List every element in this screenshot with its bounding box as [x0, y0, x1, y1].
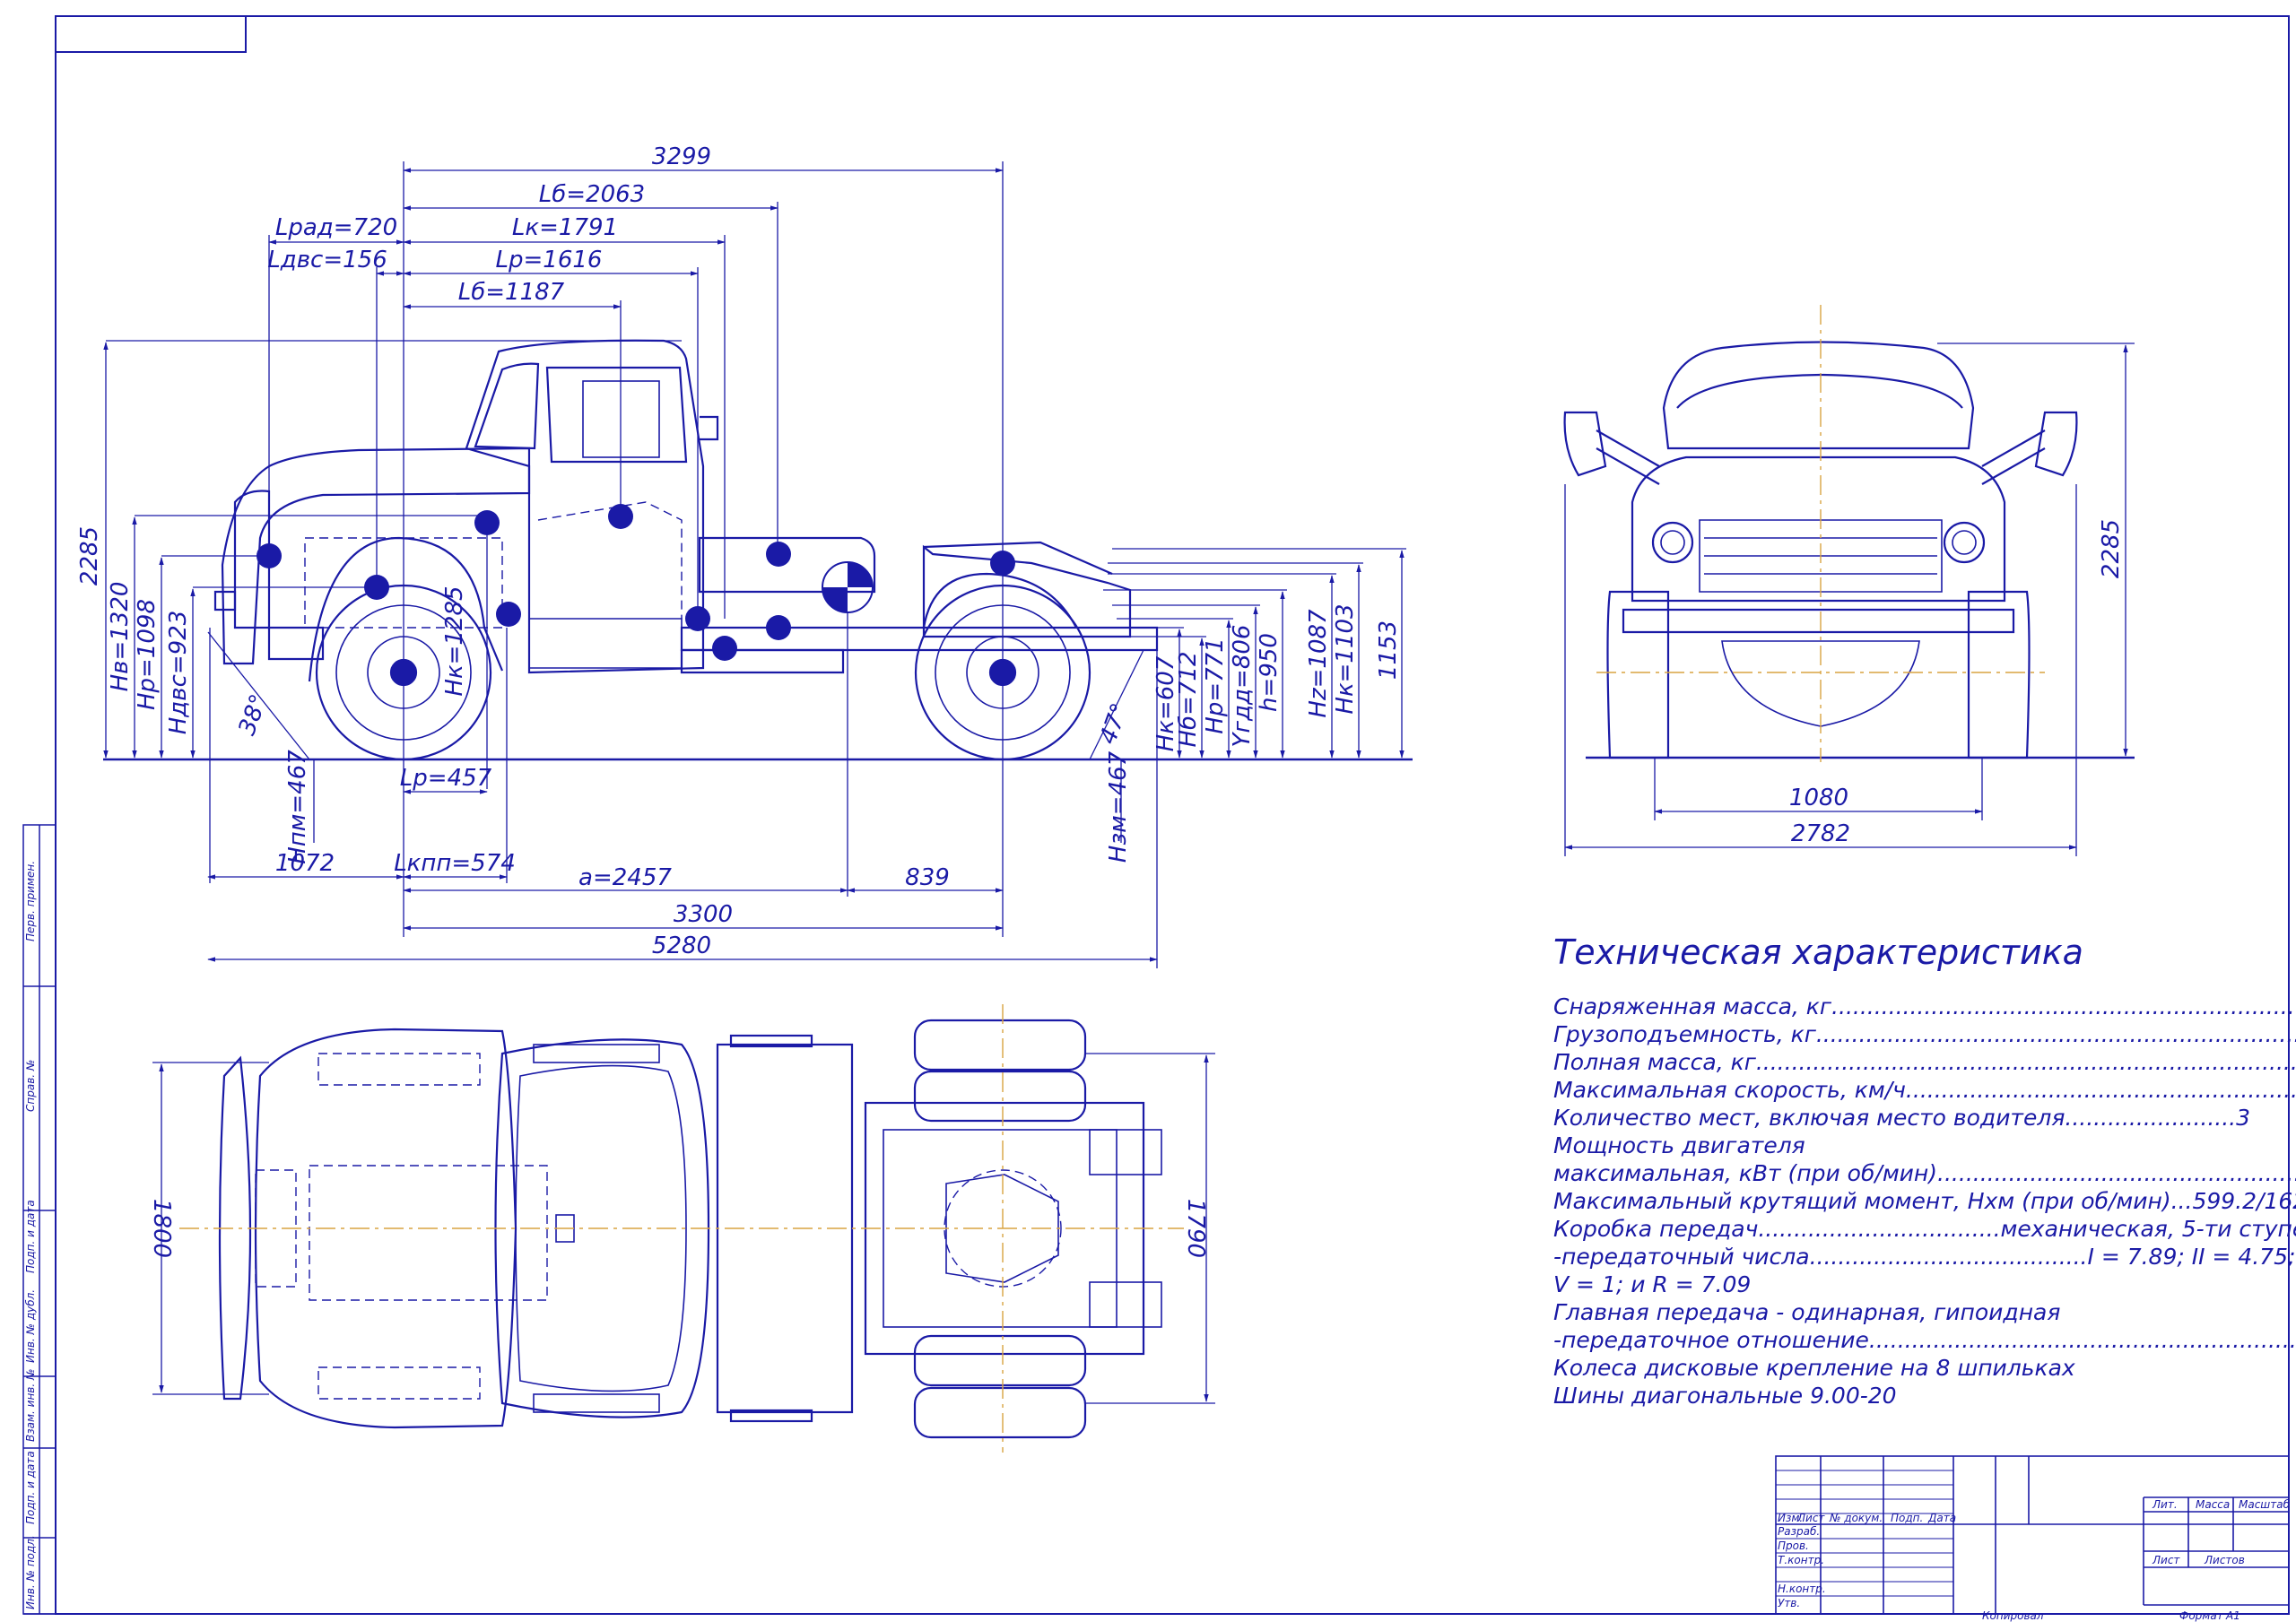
- drawing-canvas: Перв. примен. Справ. № Подп. и дата Инв.…: [22, 15, 2296, 1622]
- dim-angle-47: 47°: [1095, 699, 1135, 748]
- tb-role-tkontr: Т.контр.: [1778, 1554, 1824, 1566]
- strip-label-dubl: Инв. № дубл.: [24, 1289, 37, 1363]
- tb-format: Формат: [2179, 1609, 2224, 1622]
- dim-hk-1285: Hк=1285: [441, 585, 468, 696]
- dim-hb-712: Hб=712: [1175, 652, 1202, 748]
- tb-sheets: Листов: [2204, 1554, 2245, 1566]
- tb-role-utv: Утв.: [1778, 1597, 1800, 1609]
- tb-format-value: А1: [2225, 1609, 2240, 1622]
- spec-line-3: Максимальная скорость, км/ч.............…: [1553, 1077, 2296, 1103]
- spec-line-2: Полная масса, кг........................…: [1553, 1049, 2296, 1075]
- dim-hp-771: Hр=771: [1202, 638, 1229, 733]
- dim-lrad-720: Lрад=720: [275, 214, 397, 241]
- strip-label-vzam: Взам. инв. №: [24, 1369, 37, 1442]
- tb-sheet: Лист: [2152, 1554, 2180, 1566]
- dim-lkpp-574: Lкпп=574: [394, 850, 516, 877]
- dim-hk-1103: Hк=1103: [1332, 603, 1359, 714]
- strip-label-perv: Перв. примен.: [24, 861, 37, 941]
- tb-header-dokum: № докум.: [1829, 1512, 1883, 1524]
- spec-line-9: -передаточный числа.....................…: [1553, 1244, 2296, 1270]
- tb-header-data: Дата: [1927, 1512, 1956, 1524]
- tb-header-list: Лист: [1796, 1512, 1825, 1524]
- strip-label-sprav: Справ. №: [24, 1060, 37, 1112]
- dim-839: 839: [905, 864, 950, 891]
- spec-line-1: Грузоподъемность, кг....................…: [1553, 1021, 2296, 1047]
- tech-spec-block: Техническая характеристика Снаряженная м…: [1553, 932, 2296, 1409]
- dim-ldvs-156: Lдвс=156: [267, 247, 387, 273]
- spec-line-6: максимальная, кВт (при об/мин)..........…: [1553, 1160, 2296, 1186]
- dim-hr-1098: Hр=1098: [134, 599, 161, 710]
- tech-spec-title: Техническая характеристика: [1553, 932, 2083, 972]
- dim-lb-1187: Lб=1187: [458, 279, 565, 306]
- dim-1153: 1153: [1375, 620, 1402, 680]
- spec-line-7: Максимальный крутящий момент, Нхм (при о…: [1553, 1188, 2296, 1214]
- front-dim-1080: 1080: [1789, 785, 1848, 811]
- dim-5280: 5280: [652, 932, 711, 959]
- dim-3300: 3300: [674, 901, 733, 928]
- top-dim-1790: 1790: [1182, 1199, 1209, 1258]
- dim-h-950: h=950: [1256, 633, 1283, 712]
- dim-h-2285: 2285: [76, 526, 103, 585]
- front-dim-2782: 2782: [1791, 820, 1850, 847]
- dim-ygdd-806: Yгдд=806: [1229, 625, 1256, 748]
- dim-lp-457: Lр=457: [400, 765, 492, 792]
- spec-line-12: -передаточное отношение.................…: [1553, 1327, 2296, 1353]
- front-view-truck: [1563, 341, 2135, 759]
- dim-hpm-467: Hпм=467: [284, 750, 311, 864]
- top-dim-1800: 1800: [148, 1199, 175, 1258]
- dim-lp-1616: Lр=1616: [496, 247, 603, 273]
- tb-role-prov: Пров.: [1778, 1540, 1809, 1552]
- strip-label-podp1: Подп. и дата: [24, 1200, 37, 1273]
- tb-mass: Масса: [2196, 1498, 2230, 1511]
- front-dim-2285: 2285: [2098, 519, 2125, 578]
- dim-hzm-467: Hзм=467: [1105, 750, 1132, 863]
- tb-role-razrab: Разраб.: [1778, 1525, 1820, 1538]
- spec-line-13: Колеса дисковые крепление на 8 шпильках: [1553, 1355, 2075, 1381]
- spec-line-10: V = 1; и R = 7.09: [1553, 1271, 1751, 1297]
- side-view-mass-centers: [257, 504, 1015, 661]
- dim-hz-1087: Hz=1087: [1305, 609, 1332, 718]
- title-block-grid: [1775, 1455, 2290, 1615]
- dim-hv-1320: Hв=1320: [107, 582, 134, 692]
- tb-role-nkontr: Н.контр.: [1778, 1583, 1826, 1595]
- strip-label-podl: Инв. № подл.: [24, 1535, 37, 1609]
- dim-hdvs-923: Hдвс=923: [165, 611, 192, 735]
- dim-lb-2063: Lб=2063: [539, 181, 645, 208]
- spec-line-14: Шины диагональные 9.00-20: [1553, 1383, 1897, 1409]
- dim-lk-1791: Lк=1791: [512, 214, 618, 241]
- spec-line-8: Коробка передач.........................…: [1553, 1216, 2296, 1242]
- spec-line-5: Мощность двигателя: [1553, 1132, 1805, 1158]
- spec-line-11: Главная передача - одинарная, гипоидная: [1553, 1299, 2060, 1325]
- tb-lit: Лит.: [2152, 1498, 2178, 1511]
- dim-a-2457: а=2457: [578, 864, 672, 891]
- spec-line-4: Количество мест, включая место водителя.…: [1553, 1105, 2250, 1131]
- dim-1072: 1072: [275, 850, 335, 877]
- dim-angle-38: 38°: [234, 690, 274, 739]
- tb-scale: Масштаб: [2239, 1498, 2291, 1511]
- drawing-sheet: Перв. примен. Справ. № Подп. и дата Инв.…: [0, 0, 2296, 1622]
- strip-label-podp2: Подп. и дата: [24, 1451, 37, 1524]
- spec-line-0: Снаряженная масса, кг...................…: [1553, 993, 2296, 1019]
- front-view-axes: [1596, 305, 2045, 762]
- title-block-labels: Изм. Лист № докум. Подп. Дата Разраб. Пр…: [1778, 1498, 2291, 1622]
- tb-header-podp: Подп.: [1891, 1512, 1923, 1524]
- tb-copied: Копировал: [1982, 1609, 2044, 1622]
- dim-3299: 3299: [652, 143, 711, 170]
